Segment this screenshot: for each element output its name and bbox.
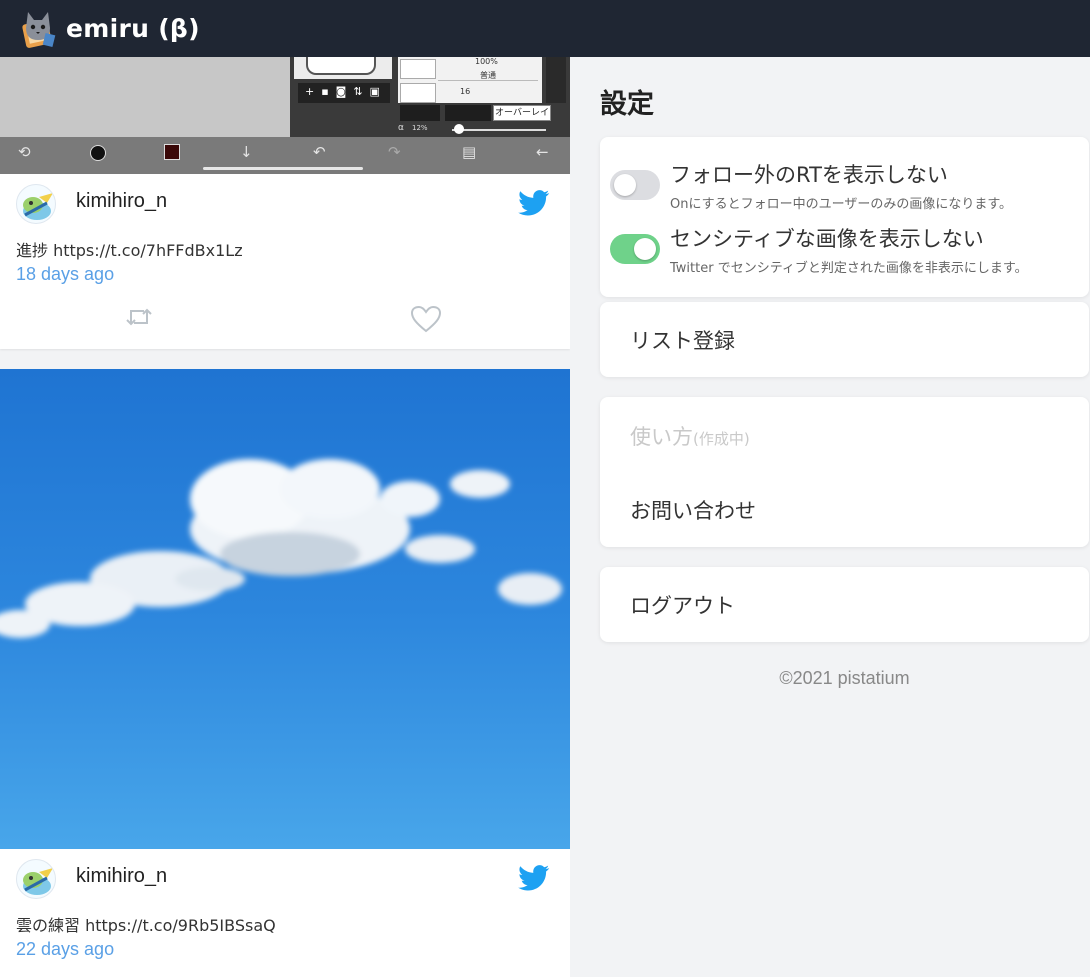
layer-panel: +▪◙⇅▣ 100% 普通 16 オーバーレイ α 12% — [290, 57, 570, 137]
copyright-footer: ©2021 pistatium — [779, 668, 910, 688]
list-register-card[interactable]: リスト登録 — [600, 302, 1089, 377]
logout-button[interactable]: ログアウト — [630, 590, 735, 620]
hide-rt-setting: フォロー外のRTを表示しない Onにするとフォロー中のユーザーのみの画像になりま… — [610, 155, 1080, 215]
page-title: 設定 — [600, 89, 654, 120]
home-indicator — [203, 167, 363, 170]
tweet-text[interactable]: 雲の練習 https://t.co/9Rb5IBSsaQ — [16, 912, 276, 936]
app-header: emiru (β) — [0, 0, 1090, 57]
alpha-value: 12% — [412, 124, 428, 132]
toggle-settings-card: フォロー外のRTを表示しない Onにするとフォロー中のユーザーのみの画像になりま… — [600, 137, 1089, 297]
hide-rt-toggle[interactable] — [610, 170, 660, 200]
list-register-link[interactable]: リスト登録 — [630, 325, 735, 355]
avatar[interactable] — [16, 859, 56, 899]
toolbar: ⟲ ↓ ↶ ↷ ▤ ← — [0, 137, 570, 174]
tweet-timestamp[interactable]: 18 days ago — [16, 264, 114, 285]
tweet-image-clouds[interactable] — [0, 369, 570, 849]
overlay-button: オーバーレイ — [493, 105, 551, 121]
canvas-area — [0, 57, 370, 137]
tweet-card: kimihiro_n 進捗 https://t.co/7hFFdBx1Lz 18… — [0, 174, 570, 349]
tweet-text[interactable]: 進捗 https://t.co/7hFFdBx1Lz — [16, 237, 243, 261]
username[interactable]: kimihiro_n — [76, 190, 167, 213]
hide-sensitive-toggle[interactable] — [610, 234, 660, 264]
how-to-label: 使い方 — [630, 425, 693, 449]
hide-sensitive-description: Twitter でセンシティブと判定された画像を非表示にします。 — [670, 261, 1028, 276]
help-card: 使い方(作成中) お問い合わせ — [600, 397, 1089, 547]
avatar[interactable] — [16, 184, 56, 224]
cat-logo-icon[interactable] — [18, 8, 60, 50]
opacity-value: 100% — [475, 57, 498, 66]
tweet-image-screenshot[interactable]: +▪◙⇅▣ 100% 普通 16 オーバーレイ α 12% ⟲ ↓ ↶ ↷ ▤ … — [0, 57, 570, 174]
like-heart-icon[interactable] — [410, 305, 442, 333]
retweet-icon[interactable] — [124, 306, 154, 328]
app-title[interactable]: emiru (β) — [66, 14, 200, 43]
how-to-note: (作成中) — [693, 430, 750, 448]
contact-link[interactable]: お問い合わせ — [630, 495, 756, 525]
tweet-timestamp[interactable]: 22 days ago — [16, 939, 114, 960]
logout-card[interactable]: ログアウト — [600, 567, 1089, 642]
twitter-bird-icon[interactable] — [518, 190, 550, 216]
hide-rt-description: Onにするとフォロー中のユーザーのみの画像になります。 — [670, 197, 1013, 212]
image-feed[interactable]: +▪◙⇅▣ 100% 普通 16 オーバーレイ α 12% ⟲ ↓ ↶ ↷ ▤ … — [0, 57, 570, 977]
twitter-bird-icon[interactable] — [518, 865, 550, 891]
hide-sensitive-label: センシティブな画像を表示しない — [670, 227, 984, 251]
how-to-link: 使い方(作成中) — [630, 421, 750, 451]
hide-rt-label: フォロー外のRTを表示しない — [670, 163, 948, 187]
layer-size-value: 16 — [460, 87, 471, 96]
username[interactable]: kimihiro_n — [76, 865, 167, 888]
hide-sensitive-setting: センシティブな画像を表示しない Twitter でセンシティブと判定された画像を… — [610, 219, 1080, 279]
tweet-card: kimihiro_n 雲の練習 https://t.co/9Rb5IBSsaQ … — [0, 849, 570, 977]
